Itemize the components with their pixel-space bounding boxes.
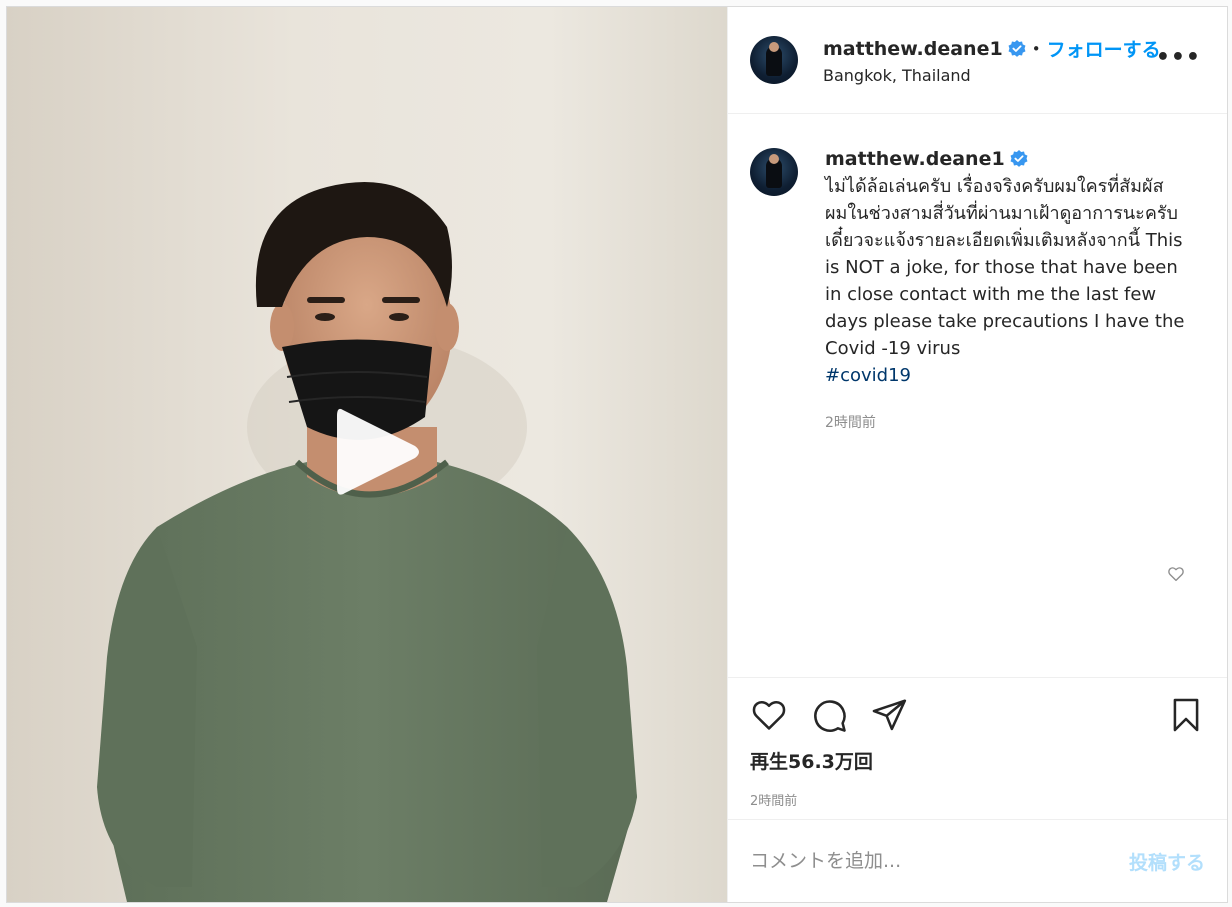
hashtag-link[interactable]: #covid19 xyxy=(825,362,1185,389)
caption-timestamp: 2時間前 xyxy=(825,415,876,431)
comments-section: matthew.deane1 ไม่ได้ล้อเล่นครับ เรื่องจ… xyxy=(728,114,1227,677)
avatar[interactable] xyxy=(750,36,798,84)
caption-message: ไม่ได้ล้อเล่นครับ เรื่องจริงครับผมใครที่… xyxy=(825,176,1185,359)
caption-text: ไม่ได้ล้อเล่นครับ เรื่องจริงครับผมใครที่… xyxy=(825,173,1185,389)
verified-badge-icon xyxy=(1008,39,1026,57)
play-icon[interactable] xyxy=(323,402,423,502)
video-player[interactable] xyxy=(7,7,727,902)
heart-icon[interactable] xyxy=(750,696,788,734)
caption: matthew.deane1 ไม่ได้ล้อเล่นครับ เรื่องจ… xyxy=(750,148,1205,432)
username-link[interactable]: matthew.deane1 xyxy=(823,38,1003,60)
post-comment-button[interactable]: 投稿する xyxy=(1129,848,1205,875)
caption-username[interactable]: matthew.deane1 xyxy=(825,148,1005,170)
bookmark-icon[interactable] xyxy=(1167,696,1205,734)
comment-input[interactable] xyxy=(750,850,1129,872)
post-timestamp[interactable]: 2時間前 xyxy=(750,790,1205,809)
view-count[interactable]: 再生56.3万回 xyxy=(750,747,1205,774)
post-header: matthew.deane1 • フォローする Bangkok, Thailan… xyxy=(728,7,1227,114)
header-text: matthew.deane1 • フォローする Bangkok, Thailan… xyxy=(823,35,1161,86)
follow-button[interactable]: フォローする xyxy=(1047,35,1161,62)
header-title-row: matthew.deane1 • フォローする xyxy=(823,35,1161,62)
caption-username-row: matthew.deane1 xyxy=(825,148,1185,170)
post-sidebar: matthew.deane1 • フォローする Bangkok, Thailan… xyxy=(727,7,1227,902)
post-actions: 再生56.3万回 2時間前 xyxy=(728,677,1227,819)
comment-icon[interactable] xyxy=(810,696,848,734)
caption-body: matthew.deane1 ไม่ได้ล้อเล่นครับ เรื่องจ… xyxy=(825,148,1185,432)
share-icon[interactable] xyxy=(870,696,908,734)
post-container: matthew.deane1 • フォローする Bangkok, Thailan… xyxy=(6,6,1228,903)
comment-form: 投稿する xyxy=(728,819,1227,902)
more-options-icon[interactable]: ••• xyxy=(1156,47,1201,69)
caption-avatar[interactable] xyxy=(750,148,798,196)
action-icons xyxy=(750,696,1205,734)
caption-like-heart-icon[interactable] xyxy=(1167,565,1185,583)
separator-dot: • xyxy=(1031,39,1041,58)
location-link[interactable]: Bangkok, Thailand xyxy=(823,66,1161,85)
verified-badge-icon xyxy=(1010,150,1028,167)
